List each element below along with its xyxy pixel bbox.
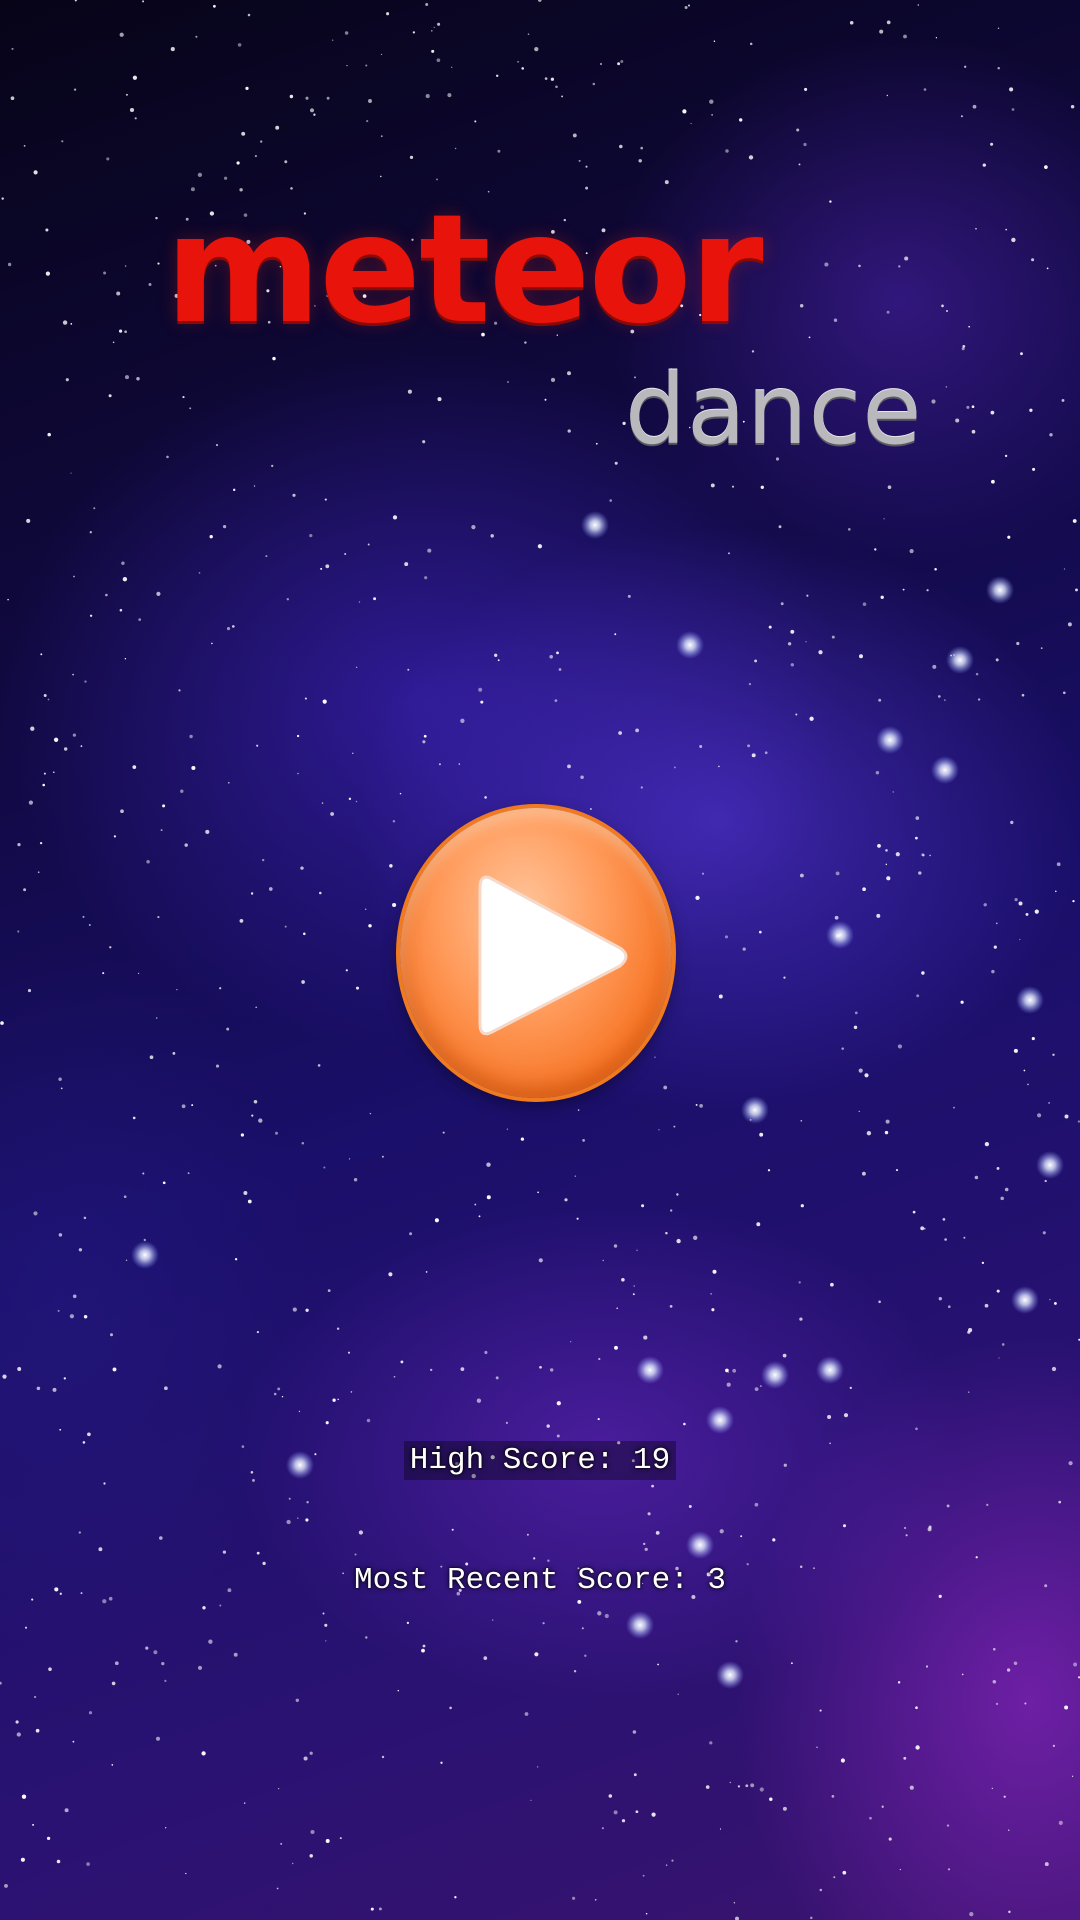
- game-title-meteor: meteor: [165, 183, 764, 357]
- play-icon: [478, 875, 628, 1036]
- game-title-dance: dance: [625, 354, 923, 466]
- game-menu-screen: meteor dance High Score: 19 Most Recent …: [0, 0, 1080, 1920]
- play-button[interactable]: [400, 808, 672, 1098]
- high-score-text: High Score: 19: [0, 1441, 1080, 1481]
- high-score-label: High Score: 19: [403, 1441, 677, 1480]
- recent-score-label: Most Recent Score: 3: [353, 1563, 727, 1598]
- recent-score-text: Most Recent Score: 3: [0, 1561, 1080, 1601]
